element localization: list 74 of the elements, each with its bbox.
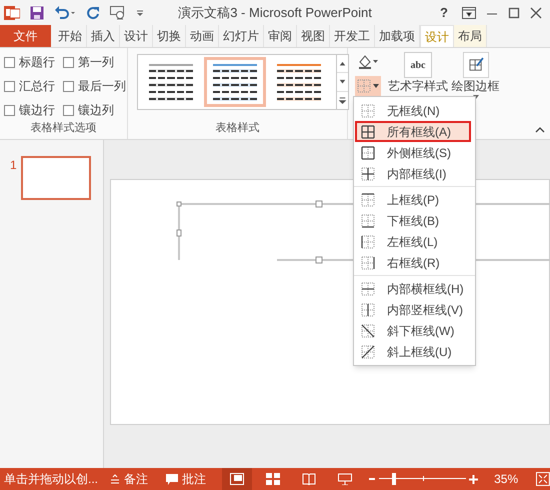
border-icon (361, 324, 375, 338)
caret-icon (373, 84, 379, 88)
notes-button[interactable]: 备注 (110, 470, 148, 488)
border-icon (361, 256, 375, 270)
table-style-thumbnail[interactable] (204, 57, 266, 107)
view-button[interactable] (222, 468, 252, 490)
menu-item[interactable]: 下框线(B) (355, 210, 474, 231)
slide-sorter-icon (266, 473, 280, 485)
menu-item[interactable]: 外侧框线(S) (355, 142, 474, 163)
border-icon (361, 104, 375, 118)
collapse-ribbon-icon[interactable] (535, 127, 545, 133)
menu-item[interactable]: 上框线(P) (355, 189, 474, 210)
file-tab[interactable]: 文件 (0, 25, 51, 47)
projector-screen-icon (338, 473, 352, 485)
app-logo-icon (4, 4, 20, 20)
style-option-checkbox[interactable]: 汇总行 (4, 77, 55, 95)
menu-item[interactable]: 所有框线(A) (355, 121, 471, 142)
menu-item[interactable]: 无框线(N) (355, 100, 474, 121)
menu-item[interactable]: 内部竖框线(V) (355, 299, 474, 320)
style-option-checkbox[interactable]: 第一列 (63, 53, 126, 71)
menu-item[interactable]: 内部框线(I) (355, 163, 474, 184)
book-icon (302, 473, 316, 485)
wordart-styles-button[interactable]: 艺术字样式 (388, 79, 448, 93)
zoom-level[interactable]: 35% (494, 470, 518, 488)
border-icon (361, 192, 375, 206)
comments-button[interactable]: 批注 (166, 470, 206, 488)
wordart-icon[interactable]: abc (404, 52, 432, 78)
group-label: 表格样式 (214, 120, 260, 136)
slide-thumbnail[interactable] (21, 156, 91, 200)
status-hint: 单击并拖动以创... (3, 471, 100, 488)
menu-item[interactable]: 右框线(R) (355, 252, 474, 273)
border-icon (361, 146, 375, 160)
presenter-icon[interactable] (110, 6, 126, 20)
window-title: 演示文稿3 - Microsoft PowerPoint (177, 4, 373, 22)
style-option-checkbox[interactable]: 镶边列 (63, 101, 126, 119)
style-option-checkbox[interactable]: 镶边行 (4, 101, 55, 119)
ribbon-display-options-icon[interactable] (462, 6, 476, 18)
normal-view-icon (230, 473, 244, 485)
draw-borders-button[interactable]: 绘图边框 (452, 79, 500, 93)
undo-icon[interactable] (54, 6, 76, 20)
border-icon (361, 124, 375, 138)
menu-item[interactable]: 斜上框线(U) (355, 341, 474, 362)
border-icon (361, 234, 375, 248)
fit-slide-icon[interactable] (536, 472, 550, 486)
pencil-grid-icon[interactable] (462, 52, 490, 78)
zoom-slider[interactable] (378, 473, 466, 485)
border-icon (361, 302, 375, 316)
ribbon-tab[interactable]: 布局 (454, 25, 487, 47)
style-option-checkbox[interactable]: 标题行 (4, 53, 55, 71)
paint-bucket-icon[interactable] (357, 54, 379, 70)
slide-number: 1 (10, 157, 18, 174)
help-button[interactable]: ? (436, 2, 452, 22)
style-option-checkbox[interactable]: 最后一列 (63, 77, 126, 95)
comment-icon (166, 474, 178, 484)
redo-icon[interactable] (86, 6, 100, 20)
notes-icon (110, 474, 120, 484)
border-icon (361, 214, 375, 228)
border-icon (361, 282, 375, 296)
save-icon[interactable] (30, 6, 44, 20)
borders-icon (357, 79, 371, 93)
menu-item[interactable]: 斜下框线(W) (355, 320, 474, 341)
scroll-down-icon[interactable] (337, 72, 348, 92)
menu-item[interactable]: 左框线(L) (355, 231, 474, 252)
zoom-in-icon[interactable] (469, 474, 478, 484)
maximize-icon[interactable] (508, 6, 520, 18)
borders-button[interactable] (355, 76, 381, 96)
menu-item[interactable]: 内部横框线(H) (355, 278, 474, 299)
zoom-out-icon[interactable] (368, 475, 376, 483)
border-icon (361, 344, 375, 358)
close-icon[interactable] (530, 6, 542, 18)
border-icon (361, 166, 375, 180)
group-label: 表格样式选项 (30, 120, 98, 136)
customize-caret-icon[interactable] (136, 8, 144, 18)
zoom-slider-thumb[interactable] (392, 473, 396, 485)
